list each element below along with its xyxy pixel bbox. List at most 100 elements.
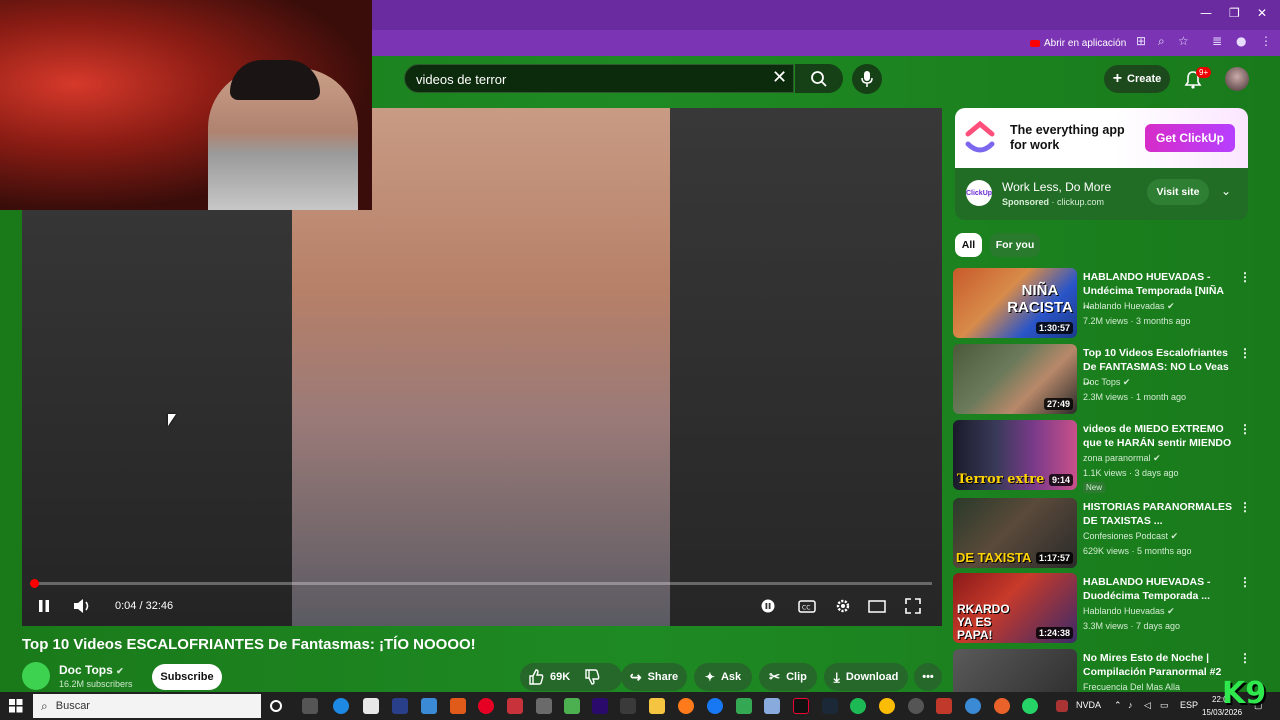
task-view-icon[interactable] [302, 698, 318, 714]
pause-button[interactable] [33, 597, 55, 615]
tab-search-icon[interactable]: ≣ [1212, 34, 1222, 48]
recommendation-thumbnail[interactable]: Terror extre 9:14 [953, 420, 1077, 490]
firefox-icon[interactable] [678, 698, 694, 714]
app-icon[interactable] [994, 698, 1010, 714]
spotify-icon[interactable] [850, 698, 866, 714]
more-vertical-icon[interactable]: ⋮ [1239, 422, 1251, 436]
nvda-icon[interactable] [1056, 700, 1068, 712]
photoshop-icon[interactable] [392, 698, 408, 714]
get-clickup-button[interactable]: Get ClickUp [1145, 124, 1235, 152]
channel-name[interactable]: Doc Tops ✔ [59, 663, 124, 677]
microphone-tray-icon[interactable]: ♪ [1128, 700, 1133, 710]
premiere-icon[interactable] [592, 698, 608, 714]
pinterest-icon[interactable] [478, 698, 494, 714]
search-input[interactable]: videos de terror [404, 64, 794, 93]
settings-button[interactable] [832, 597, 854, 615]
tiktok-icon[interactable] [793, 698, 809, 714]
recommendation-thumbnail[interactable]: NIÑA RACISTA 1:30:57 [953, 268, 1077, 338]
restore-icon[interactable]: ❐ [1229, 6, 1240, 20]
volume-button[interactable] [71, 597, 93, 615]
mail-icon[interactable] [421, 698, 437, 714]
recommendation-item[interactable]: No Mires Esto de Noche | Compilación Par… [953, 649, 1253, 692]
open-in-app-button[interactable]: Abrir en aplicación [1030, 35, 1126, 51]
cortana-icon[interactable] [270, 700, 282, 712]
recommendation-thumbnail[interactable]: DE TAXISTA 1:17:57 [953, 498, 1077, 568]
visit-site-button[interactable]: Visit site [1147, 179, 1209, 205]
chip-all[interactable]: All [955, 233, 982, 257]
chrome-icon[interactable] [879, 698, 895, 714]
share-button[interactable]: ↪ Share [621, 663, 687, 691]
advertiser-avatar[interactable]: ClickUp [966, 180, 992, 206]
speaker-tray-icon[interactable]: ◁ [1144, 700, 1151, 711]
like-button[interactable]: 69K [528, 669, 570, 685]
subscribe-button[interactable]: Subscribe [152, 664, 222, 690]
profile-icon[interactable]: ● [1236, 34, 1246, 48]
more-vertical-icon[interactable]: ⋮ [1239, 346, 1251, 360]
progress-bar[interactable] [30, 579, 932, 588]
more-vertical-icon[interactable]: ⋮ [1239, 270, 1251, 284]
app-icon[interactable] [908, 698, 924, 714]
app-icon[interactable] [536, 698, 552, 714]
more-vertical-icon[interactable]: ⋮ [1239, 500, 1251, 514]
captions-button[interactable]: CC [796, 597, 818, 615]
channel-avatar[interactable] [22, 662, 50, 690]
recommendation-title: HABLANDO HUEVADAS - Duodécima Temporada … [1083, 576, 1211, 602]
dislike-button[interactable] [584, 669, 600, 688]
recommendation-thumbnail[interactable] [953, 649, 1077, 692]
app-icon[interactable] [507, 698, 523, 714]
recommendation-meta: 629K views · 5 months ago [1083, 546, 1192, 556]
store-icon[interactable] [363, 698, 379, 714]
steam-icon[interactable] [822, 698, 838, 714]
zoom-icon[interactable]: ⌕ [1158, 34, 1165, 49]
more-vertical-icon[interactable]: ⋮ [1239, 575, 1251, 589]
app-icon[interactable] [764, 698, 780, 714]
fullscreen-button[interactable] [902, 597, 924, 615]
app-icon[interactable] [936, 698, 952, 714]
download-button[interactable]: ⤓ Download [824, 663, 908, 691]
more-vertical-icon[interactable]: ⋮ [1239, 651, 1251, 665]
app-icon[interactable] [965, 698, 981, 714]
recommendation-item[interactable]: 27:49 Top 10 Videos Escalofriantes De FA… [953, 344, 1253, 416]
chip-for-you[interactable]: For you [990, 233, 1040, 257]
recommendation-thumbnail[interactable]: 27:49 [953, 344, 1077, 414]
autoplay-toggle[interactable] [757, 597, 779, 615]
clip-button[interactable]: ✂ Clip [759, 663, 817, 691]
theater-mode-button[interactable] [866, 597, 888, 615]
progress-scrubber[interactable] [30, 579, 39, 588]
app-icon[interactable] [620, 698, 636, 714]
windows-start-icon[interactable] [9, 699, 23, 713]
account-avatar[interactable] [1225, 67, 1249, 91]
language-indicator[interactable]: ESP [1180, 700, 1198, 710]
whatsapp-icon[interactable] [1022, 698, 1038, 714]
network-tray-icon[interactable]: ▭ [1160, 700, 1169, 711]
clear-search-icon[interactable]: ✕ [772, 67, 787, 88]
translate-icon[interactable]: ⊞ [1136, 34, 1146, 48]
recommendation-item[interactable]: DE TAXISTA 1:17:57 HISTORIAS PARANORMALE… [953, 498, 1253, 570]
drive-icon[interactable] [736, 698, 752, 714]
more-actions-button[interactable]: ••• [914, 663, 942, 691]
browser-menu-icon[interactable]: ⋮ [1260, 34, 1272, 48]
app-icon[interactable] [564, 698, 580, 714]
recommendation-item[interactable]: RKARDO YA ES PAPA! 1:24:38 HABLANDO HUEV… [953, 573, 1253, 645]
chevron-down-icon[interactable]: ⌄ [1221, 184, 1231, 198]
app-icon[interactable] [450, 698, 466, 714]
sponsored-ad-card[interactable]: The everything app for work Get ClickUp … [955, 108, 1248, 220]
recommendation-thumbnail[interactable]: RKARDO YA ES PAPA! 1:24:38 [953, 573, 1077, 643]
tray-arrow-icon[interactable]: ⌃ [1114, 700, 1122, 711]
ask-button[interactable]: ✦ Ask [694, 663, 752, 691]
thumbs-down-icon [585, 669, 600, 685]
facebook-icon[interactable] [707, 698, 723, 714]
folder-icon[interactable] [649, 698, 665, 714]
recommendation-item[interactable]: Terror extre 9:14 videos de MIEDO EXTREM… [953, 420, 1253, 493]
bookmark-star-icon[interactable]: ☆ [1178, 34, 1189, 48]
edge-icon[interactable] [333, 698, 349, 714]
minimize-icon[interactable]: — [1200, 6, 1212, 20]
search-button[interactable] [795, 64, 843, 93]
voice-search-button[interactable] [852, 64, 882, 94]
taskbar-search[interactable]: ⌕ Buscar [33, 694, 261, 718]
tray-app-label[interactable]: NVDA [1076, 700, 1101, 710]
create-button[interactable]: + Create [1104, 65, 1170, 93]
recommendation-item[interactable]: NIÑA RACISTA 1:30:57 HABLANDO HUEVADAS -… [953, 268, 1253, 340]
theater-icon [868, 599, 886, 613]
close-window-icon[interactable]: ✕ [1257, 6, 1267, 20]
